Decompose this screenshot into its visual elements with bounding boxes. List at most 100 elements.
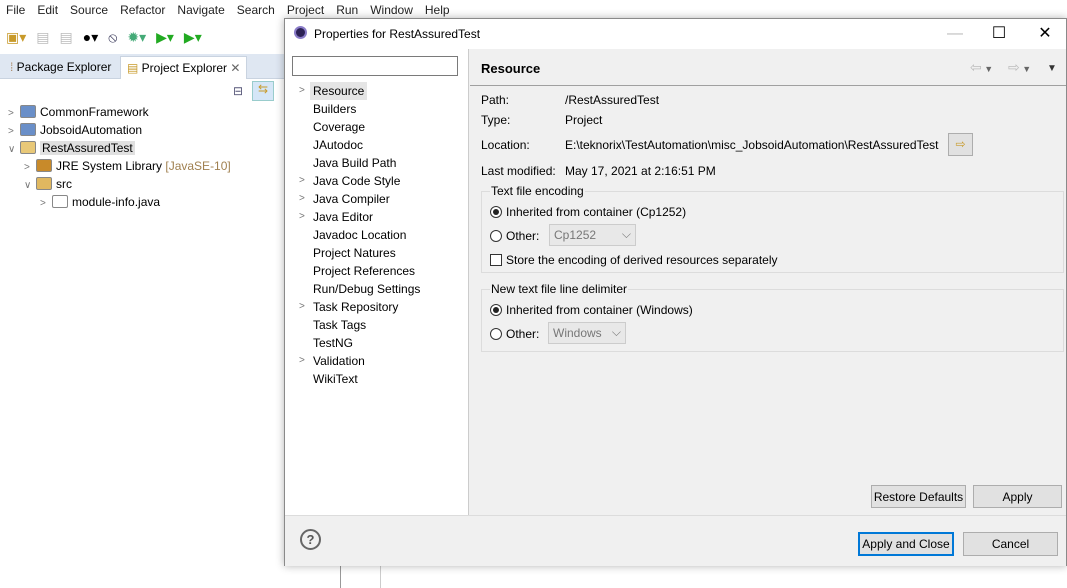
menu-refactor[interactable]: Refactor [114,0,171,21]
radio-label: Inherited from container (Cp1252) [506,205,687,219]
radio-label: Inherited from container (Windows) [506,303,693,317]
tree-item[interactable]: ∨ src [24,175,72,193]
run-icon[interactable]: ▶▾ [156,29,174,46]
page-item[interactable]: TestNG [313,334,353,352]
page-item[interactable]: Javadoc Location [313,226,406,244]
help-icon[interactable]: ? [300,529,321,550]
last-modified-value: May 17, 2021 at 2:16:51 PM [565,164,716,178]
menu-source[interactable]: Source [64,0,114,21]
tree-label: src [56,177,72,191]
tab-label: Package Explorer [16,60,112,74]
toolbar: ▣▾ ▤ ▤ ●▾ ⦸ ✹▾ ▶▾ ▶▾ [0,21,290,53]
page-item[interactable]: JAutodoc [313,136,363,154]
delimiter-inherited-radio[interactable]: Inherited from container (Windows) [490,303,693,317]
new-icon[interactable]: ▣▾ [6,29,26,46]
apply-and-close-button[interactable]: Apply and Close [858,532,954,556]
store-derived-checkbox[interactable]: Store the encoding of derived resources … [490,253,778,267]
menu-navigate[interactable]: Navigate [171,0,230,21]
apply-button[interactable]: Apply [973,485,1062,508]
chevron-right-icon[interactable]: > [299,352,305,370]
select-value: Cp1252 [554,228,597,242]
properties-dialog: Properties for RestAssuredTest — ☐ ✕ > Re… [284,18,1067,566]
property-pages-panel: > Resource Builders Coverage JAutodoc Java Bu… [285,49,469,515]
chevron-right-icon[interactable]: > [299,208,305,226]
tree-item[interactable]: > JRE System Library [JavaSE-10] [24,157,231,175]
tree-label: RestAssuredTest [40,141,135,155]
view-menu-icon[interactable]: ▼ [1047,63,1057,74]
type-value: Project [565,113,603,127]
profile-icon[interactable]: ●▾ [83,29,98,46]
restore-defaults-button[interactable]: Restore Defaults [871,485,966,508]
maximize-button[interactable]: ☐ [977,23,1021,45]
tab-project-explorer[interactable]: ▤ Project Explorer ✕ [120,56,248,79]
tree-label: module-info.java [72,195,161,209]
link-with-editor-icon[interactable]: ⇆ [252,81,274,101]
view-tabs: ⁞ Package Explorer ▤ Project Explorer ✕ [0,54,290,79]
tree-item[interactable]: ∨ RestAssuredTest [8,139,135,157]
show-in-explorer-button[interactable]: ⇨ [948,133,973,156]
group-title: New text file line delimiter [491,282,628,296]
tree-label: JRE System Library [56,159,163,173]
debug-icon[interactable]: ✹▾ [127,29,146,46]
tab-label: Project Explorer [141,61,228,75]
project-folder-icon [20,105,36,118]
page-item[interactable]: Task Tags [313,316,366,334]
coverage-icon[interactable]: ▶▾ [184,29,202,46]
page-item[interactable]: Run/Debug Settings [313,280,420,298]
tree-item[interactable]: > module-info.java [40,193,160,211]
page-item[interactable]: Resource [310,82,368,100]
skip-breakpoints-icon[interactable]: ⦸ [108,29,117,46]
java-file-icon [52,195,68,208]
project-folder-icon [20,141,36,154]
checkbox-label: Store the encoding of derived resources … [506,253,778,267]
chevron-right-icon[interactable]: > [40,195,52,213]
delimiter-select[interactable]: Windows ⌵ [548,322,626,344]
page-item[interactable]: Project References [313,262,415,280]
tree-suffix: [JavaSE-10] [165,159,231,173]
select-value: Windows [553,326,602,340]
page-item[interactable]: WikiText [313,370,358,388]
chevron-right-icon[interactable]: > [299,298,305,316]
dialog-title: Properties for RestAssuredTest [314,27,481,41]
tree-item[interactable]: > CommonFramework [8,103,149,121]
tree-label: JobsoidAutomation [40,123,143,137]
forward-icon[interactable]: ⇨ ▼ [1008,59,1031,76]
page-item[interactable]: Java Build Path [313,154,396,172]
encoding-other-radio[interactable]: Other: [490,229,539,243]
cancel-button[interactable]: Cancel [963,532,1058,556]
close-button[interactable]: ✕ [1023,23,1067,45]
minimize-button[interactable]: — [933,23,977,45]
chevron-down-icon[interactable]: ∨ [8,141,20,159]
page-item[interactable]: Java Code Style [313,172,400,190]
path-label: Path: [481,93,510,107]
menu-edit[interactable]: Edit [31,0,64,21]
page-item[interactable]: Coverage [313,118,365,136]
chevron-right-icon[interactable]: > [299,190,305,208]
collapse-all-icon[interactable]: ⊟ [233,84,243,98]
radio-label: Other: [506,327,540,341]
page-item[interactable]: Java Compiler [313,190,390,208]
page-item[interactable]: Task Repository [313,298,398,316]
page-item[interactable]: Java Editor [313,208,373,226]
encoding-select[interactable]: Cp1252 ⌵ [549,224,636,246]
back-icon[interactable]: ⇦ ▼ [970,59,993,76]
tab-package-explorer[interactable]: ⁞ Package Explorer [4,56,117,79]
page-title: Resource [481,61,541,76]
chevron-right-icon[interactable]: > [299,172,305,190]
chevron-right-icon[interactable]: > [299,82,305,100]
chevron-down-icon[interactable]: ∨ [24,177,36,195]
menu-search[interactable]: Search [231,0,281,21]
menu-file[interactable]: File [0,0,31,21]
page-item[interactable]: Project Natures [313,244,396,262]
page-header: Resource ⇦ ▼ ⇨ ▼ ▼ [470,49,1066,86]
group-title: Text file encoding [491,184,584,198]
page-item[interactable]: Builders [313,100,356,118]
dialog-titlebar: Properties for RestAssuredTest — ☐ ✕ [285,19,1066,49]
radio-label: Other: [506,229,540,243]
filter-input[interactable] [292,56,458,76]
delimiter-other-radio[interactable]: Other: [490,327,539,341]
page-item[interactable]: Validation [313,352,365,370]
close-icon[interactable]: ✕ [230,61,240,75]
encoding-inherited-radio[interactable]: Inherited from container (Cp1252) [490,205,686,219]
tree-item[interactable]: > JobsoidAutomation [8,121,142,139]
